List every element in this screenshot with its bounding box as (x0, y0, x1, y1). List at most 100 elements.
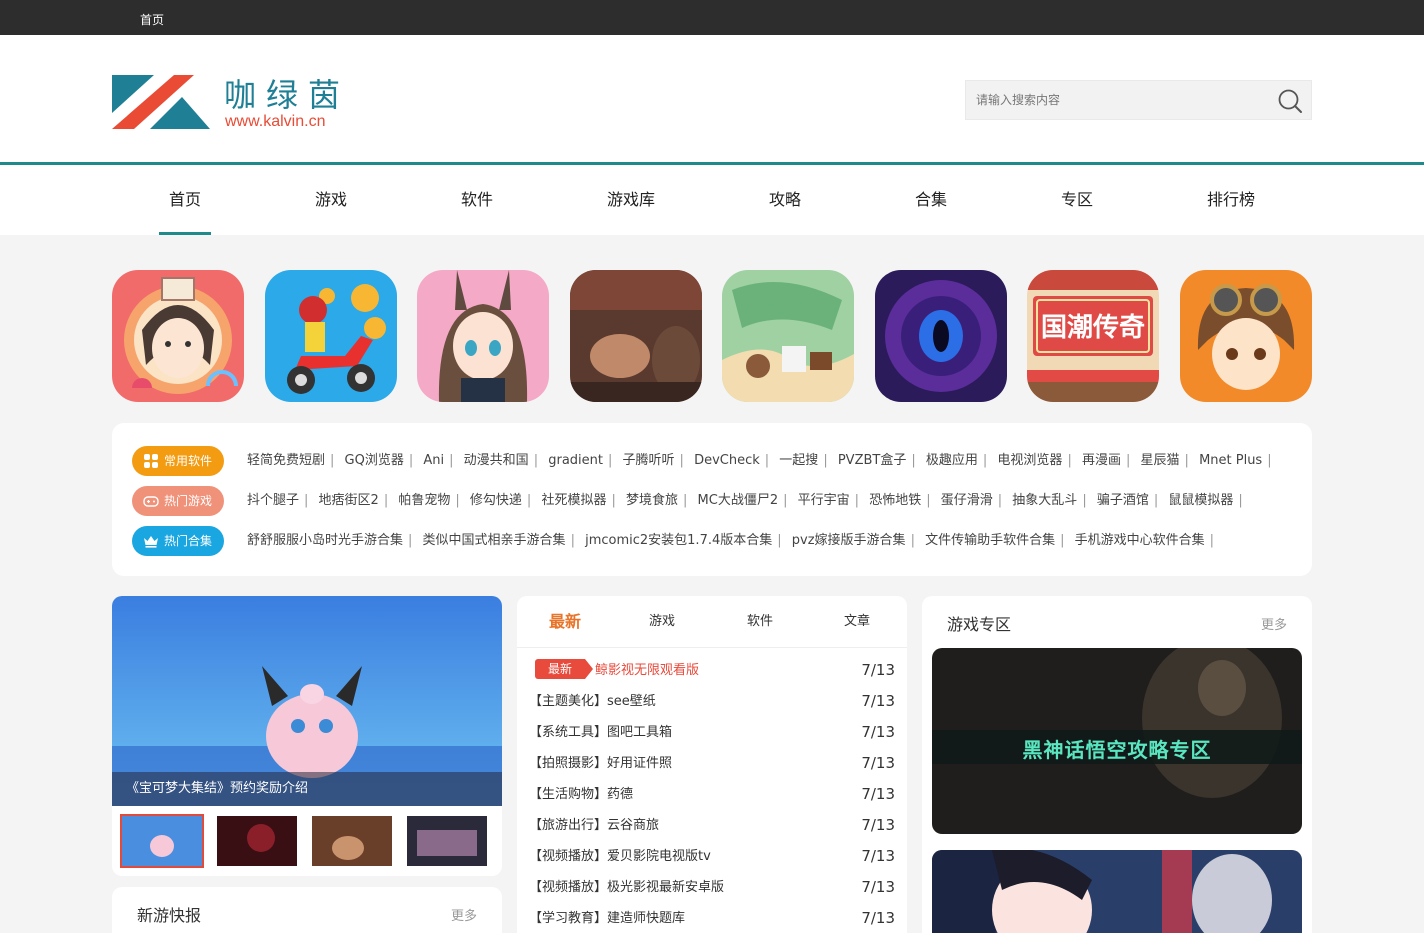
news-title: 极光影视最新安卓版 (607, 880, 725, 895)
nav-item-guides[interactable]: 攻略 (764, 165, 806, 235)
badge-hot-games[interactable]: 热门游戏 (132, 486, 224, 516)
badge-hot-collections[interactable]: 热门合集 (132, 526, 224, 556)
news-category: 【主题美化】 (529, 694, 608, 709)
site-logo[interactable]: 咖绿茵 www.kalvin.cn (112, 75, 352, 165)
app-icon-ancient-girl[interactable] (112, 270, 244, 402)
tag-link[interactable]: MC大战僵尸2 (698, 493, 779, 508)
tag-link[interactable]: 抖个腿子 (247, 493, 299, 508)
tab-games[interactable]: 游戏 (649, 596, 675, 648)
tag-link[interactable]: 文件传输助手软件合集 (925, 533, 1055, 548)
news-title: 好用证件照 (607, 756, 673, 771)
top-home-link[interactable]: 首页 (140, 11, 164, 28)
nav-item-rankings[interactable]: 排行榜 (1200, 165, 1262, 235)
tag-row-hot-collections: 热门合集 舒舒服服小岛时光手游合集 | 类似中国式相亲手游合集 | jmcomic2… (132, 526, 1302, 556)
tag-link[interactable]: 舒舒服服小岛时光手游合集 (247, 533, 403, 548)
tag-link[interactable]: gradient (548, 453, 603, 468)
news-title: see壁纸 (607, 694, 656, 709)
news-date: 7/13 (861, 878, 895, 896)
tag-link[interactable]: 类似中国式相亲手游合集 (423, 533, 566, 548)
thumb-pokemon[interactable] (120, 814, 204, 868)
site-header: 咖绿茵 www.kalvin.cn (0, 35, 1424, 165)
nav-item-game-library[interactable]: 游戏库 (600, 165, 662, 235)
tag-link[interactable]: 抽象大乱斗 (1012, 493, 1077, 508)
tag-link[interactable]: 骗子酒馆 (1097, 493, 1149, 508)
nav-item-games[interactable]: 游戏 (310, 165, 352, 235)
badge-label: 热门游戏 (164, 494, 213, 508)
logo-domain: www.kalvin.cn (225, 113, 326, 130)
news-row[interactable]: 【生活购物】药德 7/13 (529, 779, 899, 810)
thumb-dog[interactable] (312, 816, 392, 866)
tag-link[interactable]: 平行宇宙 (798, 493, 850, 508)
search-input[interactable] (966, 81, 1266, 119)
news-row[interactable]: 最新 鲸影视无限观看版 7/13 (529, 655, 899, 686)
tag-link[interactable]: 恐怖地铁 (869, 493, 921, 508)
tag-link[interactable]: 再漫画 (1082, 453, 1121, 468)
tag-link[interactable]: GQ浏览器 (345, 453, 404, 468)
tab-latest[interactable]: 最新 (549, 596, 581, 648)
app-icon-anime-bunny-girl[interactable] (417, 270, 549, 402)
news-date: 7/13 (861, 847, 895, 865)
game-zone-panel: 游戏专区 更多 黑神话悟空攻略专区 (922, 596, 1312, 933)
app-icon-dog-scene[interactable] (570, 270, 702, 402)
news-row[interactable]: 【学习教育】建造师快题库 7/13 (529, 903, 899, 933)
zone-card-anime[interactable] (932, 850, 1302, 933)
news-row[interactable]: 【系统工具】图吧工具箱 7/13 (529, 717, 899, 748)
tag-list-software: 轻简免费短剧 | GQ浏览器 | Ani | 动漫共和国 | gradient | 子腾听… (247, 453, 1272, 468)
news-row[interactable]: 【拍照摄影】好用证件照 7/13 (529, 748, 899, 779)
tag-link[interactable]: jmcomic2安装包1.7.4版本合集 (585, 533, 772, 548)
tag-link[interactable]: 鼠鼠模拟器 (1168, 493, 1233, 508)
badge-common-software[interactable]: 常用软件 (132, 446, 224, 476)
news-row[interactable]: 【主题美化】see壁纸 7/13 (529, 686, 899, 717)
tab-articles[interactable]: 文章 (844, 596, 870, 648)
news-category: 【视频播放】 (529, 849, 608, 864)
tag-link[interactable]: 电视浏览器 (997, 453, 1062, 468)
nav-item-home[interactable]: 首页 (159, 165, 211, 235)
game-zone-more-link[interactable]: 更多 (1261, 614, 1287, 633)
tag-link[interactable]: 社死模拟器 (541, 493, 606, 508)
nav-item-zones[interactable]: 专区 (1056, 165, 1098, 235)
slide-main-image[interactable]: 《宝可梦大集结》预约奖励介绍 (112, 596, 502, 806)
tag-link[interactable]: 星辰猫 (1141, 453, 1180, 468)
gamepad-icon (143, 496, 159, 507)
news-row[interactable]: 【旅游出行】云谷商旅 7/13 (529, 810, 899, 841)
guochao-title-text: 国潮传奇 (1041, 313, 1145, 343)
game-zone-title: 游戏专区 (947, 615, 1012, 634)
news-category: 【生活购物】 (529, 787, 608, 802)
thumb-battle[interactable] (407, 816, 487, 866)
tag-link[interactable]: PVZBT盒子 (838, 453, 907, 468)
zone-card-wukong[interactable]: 黑神话悟空攻略专区 (932, 648, 1302, 834)
news-date: 7/13 (861, 754, 895, 772)
tag-list-collections: 舒舒服服小岛时光手游合集 | 类似中国式相亲手游合集 | jmcomic2安装包1.… (247, 533, 1215, 548)
app-icon-map-journey[interactable] (722, 270, 854, 402)
news-row[interactable]: 【视频播放】爱贝影院电视版tv 7/13 (529, 841, 899, 872)
thumb-red-dark[interactable] (217, 816, 297, 866)
app-icon-goggles-boy[interactable] (1180, 270, 1312, 402)
tag-link[interactable]: Ani (423, 453, 444, 468)
tag-link[interactable]: 地痞街区2 (319, 493, 379, 508)
news-row[interactable]: 【视频播放】极光影视最新安卓版 7/13 (529, 872, 899, 903)
new-games-more-link[interactable]: 更多 (451, 905, 477, 924)
new-games-panel: 新游快报 更多 (112, 887, 502, 933)
tag-link[interactable]: 子腾听听 (623, 453, 675, 468)
tag-link[interactable]: 一起搜 (779, 453, 818, 468)
app-icon-guochao-legend[interactable]: 国潮传奇 (1027, 270, 1159, 402)
app-icon-purple-eye[interactable] (875, 270, 1007, 402)
tag-link[interactable]: 动漫共和国 (464, 453, 529, 468)
nav-item-software[interactable]: 软件 (456, 165, 498, 235)
tag-link[interactable]: 蛋仔滑滑 (941, 493, 993, 508)
top-bar: 首页 (0, 0, 1424, 35)
nav-item-collections[interactable]: 合集 (910, 165, 952, 235)
tag-panel: 常用软件 轻简免费短剧 | GQ浏览器 | Ani | 动漫共和国 | gradient… (112, 423, 1312, 576)
tag-link[interactable]: 手机游戏中心软件合集 (1075, 533, 1205, 548)
tag-link[interactable]: pvz嫁接版手游合集 (792, 533, 906, 548)
tag-link[interactable]: 修勾快递 (470, 493, 522, 508)
tag-link[interactable]: DevCheck (694, 453, 760, 468)
tag-link[interactable]: Mnet Plus (1199, 453, 1262, 468)
tag-link[interactable]: 梦境食旅 (626, 493, 678, 508)
tag-link[interactable]: 帕鲁宠物 (398, 493, 450, 508)
search-icon[interactable] (1277, 88, 1303, 114)
app-icon-scooter-rider[interactable] (265, 270, 397, 402)
tag-link[interactable]: 轻简免费短剧 (247, 453, 325, 468)
tab-software[interactable]: 软件 (747, 596, 773, 648)
tag-link[interactable]: 极趣应用 (926, 453, 978, 468)
